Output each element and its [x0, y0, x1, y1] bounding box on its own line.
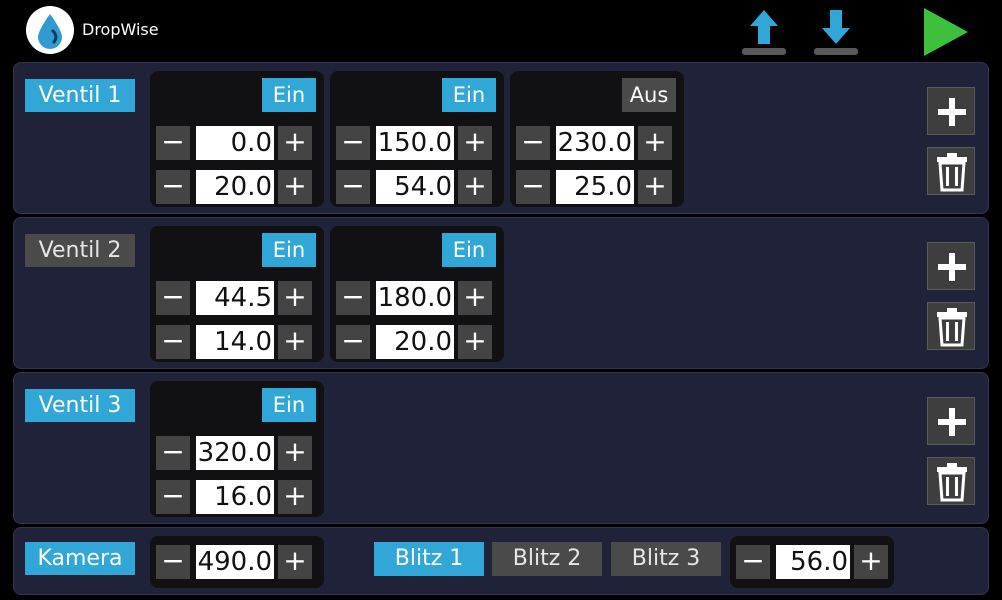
- minus-button[interactable]: −: [336, 325, 370, 359]
- play-icon[interactable]: [920, 6, 972, 60]
- ventil-panel-3: Ventil 3 Ein − 320.0 + − 16.0 +: [13, 372, 989, 524]
- start-value[interactable]: 180.0: [376, 281, 454, 315]
- duration-stepper: − 20.0 +: [336, 325, 492, 359]
- plus-button[interactable]: +: [278, 480, 312, 514]
- plus-button[interactable]: +: [638, 170, 672, 204]
- start-value[interactable]: 150.0: [376, 126, 454, 160]
- kamera-value[interactable]: 490.0: [196, 545, 274, 579]
- duration-stepper: − 14.0 +: [156, 325, 312, 359]
- plus-button[interactable]: +: [278, 325, 312, 359]
- kamera-delay-box: − 490.0 +: [150, 536, 324, 588]
- duration-value[interactable]: 25.0: [556, 170, 634, 204]
- plus-button[interactable]: +: [458, 126, 492, 160]
- minus-button[interactable]: −: [156, 325, 190, 359]
- plus-button[interactable]: +: [458, 170, 492, 204]
- start-value[interactable]: 230.0: [556, 126, 634, 160]
- plus-button[interactable]: +: [278, 545, 312, 579]
- plus-icon: [938, 408, 966, 436]
- pulse-toggle[interactable]: Ein: [262, 78, 316, 112]
- minus-button[interactable]: −: [516, 126, 550, 160]
- pulse-card: Aus − 230.0 + − 25.0 +: [510, 71, 684, 207]
- minus-button[interactable]: −: [156, 480, 190, 514]
- plus-button[interactable]: +: [458, 325, 492, 359]
- pulse-toggle[interactable]: Ein: [442, 233, 496, 267]
- pulse-toggle[interactable]: Ein: [262, 233, 316, 267]
- water-drop-icon: [26, 6, 74, 54]
- delete-button[interactable]: [927, 457, 975, 505]
- plus-button[interactable]: +: [458, 281, 492, 315]
- download-arrow-icon[interactable]: [812, 6, 860, 60]
- minus-button[interactable]: −: [336, 170, 370, 204]
- minus-button[interactable]: −: [516, 170, 550, 204]
- plus-button[interactable]: +: [278, 170, 312, 204]
- blitz-delay-box: − 56.0 +: [730, 536, 894, 588]
- start-stepper: − 320.0 +: [156, 436, 312, 470]
- pulse-toggle[interactable]: Aus: [622, 78, 676, 112]
- start-value[interactable]: 320.0: [196, 436, 274, 470]
- plus-icon: [938, 253, 966, 281]
- start-stepper: − 44.5 +: [156, 281, 312, 315]
- duration-value[interactable]: 54.0: [376, 170, 454, 204]
- minus-button[interactable]: −: [156, 170, 190, 204]
- start-stepper: − 0.0 +: [156, 126, 312, 160]
- minus-button[interactable]: −: [156, 545, 190, 579]
- kamera-panel: Kamera − 490.0 + Blitz 1 Blitz 2 Blitz 3…: [13, 527, 989, 595]
- minus-button[interactable]: −: [156, 126, 190, 160]
- add-pulse-button[interactable]: [927, 87, 975, 135]
- duration-stepper: − 25.0 +: [516, 170, 672, 204]
- start-value[interactable]: 0.0: [196, 126, 274, 160]
- plus-button[interactable]: +: [278, 281, 312, 315]
- duration-value[interactable]: 20.0: [376, 325, 454, 359]
- plus-button[interactable]: +: [278, 436, 312, 470]
- plus-button[interactable]: +: [278, 126, 312, 160]
- pulse-toggle[interactable]: Ein: [262, 388, 316, 422]
- duration-stepper: − 54.0 +: [336, 170, 492, 204]
- duration-stepper: − 16.0 +: [156, 480, 312, 514]
- start-stepper: − 150.0 +: [336, 126, 492, 160]
- delete-button[interactable]: [927, 147, 975, 195]
- trash-icon: [937, 153, 967, 192]
- upload-arrow-icon[interactable]: [740, 6, 788, 60]
- plus-icon: [938, 98, 966, 126]
- kamera-label[interactable]: Kamera: [25, 542, 135, 575]
- minus-button[interactable]: −: [336, 281, 370, 315]
- start-stepper: − 180.0 +: [336, 281, 492, 315]
- pulse-card: Ein − 150.0 + − 54.0 +: [330, 71, 504, 207]
- duration-stepper: − 20.0 +: [156, 170, 312, 204]
- ventil-panel-1: Ventil 1 Ein − 0.0 + − 20.0 + Ein − 150.…: [13, 62, 989, 214]
- blitz-3-button[interactable]: Blitz 3: [611, 542, 721, 576]
- pulse-toggle[interactable]: Ein: [442, 78, 496, 112]
- pulse-card: Ein − 180.0 + − 20.0 +: [330, 226, 504, 362]
- ventil-panel-2: Ventil 2 Ein − 44.5 + − 14.0 + Ein − 180…: [13, 217, 989, 369]
- trash-icon: [937, 463, 967, 502]
- plus-button[interactable]: +: [854, 545, 888, 579]
- delete-button[interactable]: [927, 302, 975, 350]
- duration-value[interactable]: 16.0: [196, 480, 274, 514]
- blitz-1-button[interactable]: Blitz 1: [374, 542, 484, 576]
- blitz-stepper: − 56.0 +: [736, 545, 888, 579]
- minus-button[interactable]: −: [736, 545, 770, 579]
- minus-button[interactable]: −: [336, 126, 370, 160]
- start-stepper: − 230.0 +: [516, 126, 672, 160]
- minus-button[interactable]: −: [156, 281, 190, 315]
- blitz-2-button[interactable]: Blitz 2: [492, 542, 602, 576]
- trash-icon: [937, 308, 967, 347]
- duration-value[interactable]: 14.0: [196, 325, 274, 359]
- add-pulse-button[interactable]: [927, 242, 975, 290]
- ventil-1-label[interactable]: Ventil 1: [25, 79, 135, 112]
- pulse-card: Ein − 320.0 + − 16.0 +: [150, 381, 324, 517]
- pulse-card: Ein − 44.5 + − 14.0 +: [150, 226, 324, 362]
- top-bar: DropWise: [0, 0, 1002, 58]
- blitz-value[interactable]: 56.0: [776, 545, 850, 579]
- ventil-3-label[interactable]: Ventil 3: [25, 389, 135, 422]
- ventil-2-label[interactable]: Ventil 2: [25, 234, 135, 267]
- start-value[interactable]: 44.5: [196, 281, 274, 315]
- add-pulse-button[interactable]: [927, 397, 975, 445]
- pulse-card: Ein − 0.0 + − 20.0 +: [150, 71, 324, 207]
- app-title: DropWise: [82, 20, 159, 39]
- minus-button[interactable]: −: [156, 436, 190, 470]
- duration-value[interactable]: 20.0: [196, 170, 274, 204]
- plus-button[interactable]: +: [638, 126, 672, 160]
- kamera-stepper: − 490.0 +: [156, 545, 312, 579]
